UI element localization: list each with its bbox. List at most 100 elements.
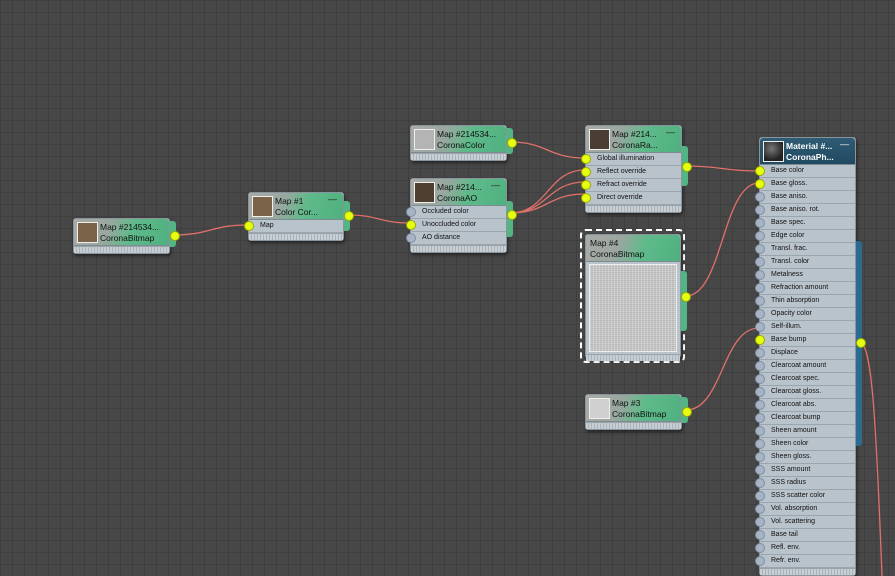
output-socket[interactable] <box>507 210 517 220</box>
input-slot[interactable]: Clearcoat spec. <box>755 373 855 386</box>
input-socket[interactable] <box>755 491 765 501</box>
input-socket[interactable] <box>755 400 765 410</box>
minimize-button[interactable]: — <box>328 194 337 204</box>
node-bitmap-a[interactable]: Map #214534... CoronaBitmap <box>73 218 180 254</box>
input-slot[interactable]: Direct override <box>581 192 681 205</box>
input-socket[interactable] <box>755 426 765 436</box>
input-socket[interactable] <box>755 179 765 189</box>
input-socket[interactable] <box>755 322 765 332</box>
node-header[interactable]: Map #214534... CoronaColor <box>411 126 506 153</box>
node-header[interactable]: Map #4 CoronaBitmap <box>586 235 680 262</box>
input-socket[interactable] <box>755 374 765 384</box>
input-socket[interactable] <box>581 193 591 203</box>
output-socket[interactable] <box>681 292 691 302</box>
input-slot[interactable]: AO distance <box>406 232 506 245</box>
node-corona-color[interactable]: Map #214534... CoronaColor <box>410 125 517 161</box>
input-slot[interactable]: Occluded color <box>406 206 506 219</box>
input-socket[interactable] <box>755 348 765 358</box>
input-slot[interactable]: Sheen amount <box>755 425 855 438</box>
input-slot[interactable]: Base tail <box>755 529 855 542</box>
input-socket[interactable] <box>755 413 765 423</box>
node-material[interactable]: Material #... CoronaPh... — Base color Ba… <box>755 137 866 576</box>
input-slot[interactable]: Edge color <box>755 230 855 243</box>
node-corona-raytrace[interactable]: Map #214... CoronaRa... — Global illumin… <box>581 125 692 213</box>
minimize-button[interactable]: — <box>666 127 675 137</box>
input-slot[interactable]: Map <box>244 220 343 233</box>
input-slot[interactable]: Clearcoat amount <box>755 360 855 373</box>
input-slot[interactable]: Transl. color <box>755 256 855 269</box>
connection-wire[interactable] <box>172 224 249 236</box>
connection-wire[interactable] <box>685 327 760 411</box>
connection-wire[interactable] <box>859 341 883 576</box>
node-bitmap-map3[interactable]: Map #3 CoronaBitmap <box>585 394 692 430</box>
input-socket[interactable] <box>755 283 765 293</box>
input-socket[interactable] <box>755 335 765 345</box>
input-socket[interactable] <box>581 180 591 190</box>
input-slot[interactable]: Refr. env. <box>755 555 855 568</box>
input-socket[interactable] <box>755 387 765 397</box>
input-slot[interactable]: Thin absorption <box>755 295 855 308</box>
input-socket[interactable] <box>755 231 765 241</box>
input-slot[interactable]: Refl. env. <box>755 542 855 555</box>
input-slot[interactable]: Clearcoat bump <box>755 412 855 425</box>
input-socket[interactable] <box>755 543 765 553</box>
input-slot[interactable]: Reflect override <box>581 166 681 179</box>
input-slot[interactable]: Base color <box>755 165 855 178</box>
input-slot[interactable]: Base bump <box>755 334 855 347</box>
input-socket[interactable] <box>755 439 765 449</box>
connection-wire[interactable] <box>509 141 586 159</box>
input-slot[interactable]: Refraction amount <box>755 282 855 295</box>
input-socket[interactable] <box>755 452 765 462</box>
node-header[interactable]: Material #... CoronaPh... — <box>760 138 855 165</box>
node-header[interactable]: Map #214... CoronaAO — <box>411 179 506 206</box>
input-slot[interactable]: Vol. scattering <box>755 516 855 529</box>
output-socket[interactable] <box>507 138 517 148</box>
input-slot[interactable]: Displace <box>755 347 855 360</box>
input-slot[interactable]: Opacity color <box>755 308 855 321</box>
input-slot[interactable]: Clearcoat abs. <box>755 399 855 412</box>
input-socket[interactable] <box>406 233 416 243</box>
input-slot[interactable]: Sheen gloss. <box>755 451 855 464</box>
input-slot[interactable]: Global illumination <box>581 153 681 166</box>
node-corona-ao[interactable]: Map #214... CoronaAO — Occluded color Uno… <box>406 178 517 253</box>
input-socket[interactable] <box>755 478 765 488</box>
input-slot[interactable]: Sheen color <box>755 438 855 451</box>
input-slot[interactable]: Base aniso. rot. <box>755 204 855 217</box>
input-socket[interactable] <box>755 205 765 215</box>
output-socket[interactable] <box>856 338 866 348</box>
input-slot[interactable]: Unoccluded color <box>406 219 506 232</box>
minimize-button[interactable]: — <box>491 180 500 190</box>
input-slot[interactable]: Clearcoat gloss. <box>755 386 855 399</box>
input-socket[interactable] <box>755 257 765 267</box>
output-socket[interactable] <box>682 407 692 417</box>
input-slot[interactable]: SSS radius <box>755 477 855 490</box>
connection-wire[interactable] <box>509 181 586 214</box>
input-socket[interactable] <box>581 167 591 177</box>
node-header[interactable]: Map #214... CoronaRa... — <box>586 126 681 153</box>
input-slot[interactable]: Base spec. <box>755 217 855 230</box>
input-socket[interactable] <box>755 192 765 202</box>
input-slot[interactable]: Base aniso. <box>755 191 855 204</box>
input-slot[interactable]: Base gloss. <box>755 178 855 191</box>
connection-wire[interactable] <box>685 182 760 297</box>
input-socket[interactable] <box>755 296 765 306</box>
input-socket[interactable] <box>755 218 765 228</box>
input-socket[interactable] <box>406 207 416 217</box>
connection-wire[interactable] <box>684 165 760 172</box>
connection-wire[interactable] <box>509 193 586 214</box>
minimize-button[interactable]: — <box>840 139 849 149</box>
input-socket[interactable] <box>755 504 765 514</box>
input-socket[interactable] <box>755 530 765 540</box>
output-socket[interactable] <box>344 211 354 221</box>
input-slot[interactable]: Metalness <box>755 269 855 282</box>
node-color-correct[interactable]: Map #1 Color Cor... — Map <box>244 192 354 241</box>
input-socket[interactable] <box>755 166 765 176</box>
node-header[interactable]: Map #214534... CoronaBitmap <box>74 219 169 246</box>
input-slot[interactable]: Self-illum. <box>755 321 855 334</box>
input-slot[interactable]: Vol. absorption <box>755 503 855 516</box>
input-socket[interactable] <box>755 309 765 319</box>
input-socket[interactable] <box>406 220 416 230</box>
connection-wire[interactable] <box>509 169 586 214</box>
input-socket[interactable] <box>755 361 765 371</box>
input-socket[interactable] <box>244 221 254 231</box>
